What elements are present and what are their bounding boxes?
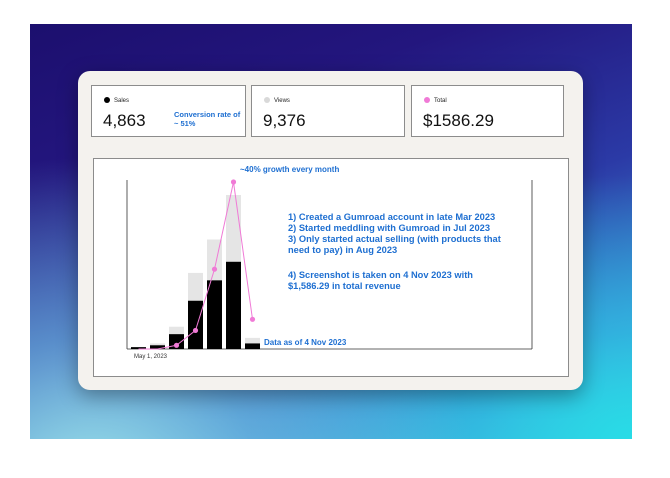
sales-chart: May 1, 2023 ~40% growth every month 1) C… (126, 165, 533, 360)
chart-container: May 1, 2023 ~40% growth every month 1) C… (93, 158, 569, 377)
data-as-of-annotation: Data as of 4 Nov 2023 (264, 338, 347, 347)
note-line-1: 1) Created a Gumroad account in late Mar… (288, 212, 495, 222)
dashboard-card: Sales 4,863 Conversion rate of ~ 51% Vie… (78, 71, 583, 390)
growth-annotation: ~40% growth every month (240, 165, 339, 174)
sales-value: 4,863 (103, 111, 146, 130)
note-line-6: $1,586.29 in total revenue (288, 281, 401, 291)
note-line-2: 2) Started meddling with Gumroad in Jul … (288, 223, 490, 233)
revenue-point-2 (173, 342, 180, 348)
note-line-3: 3) Only started actual selling (with pro… (288, 234, 501, 244)
sales-stat-card: Sales 4,863 Conversion rate of ~ 51% (91, 85, 246, 137)
views-label: Views (274, 98, 290, 104)
total-dot-icon (424, 97, 430, 103)
revenue-point-6 (249, 316, 256, 322)
bar-sales-4 (207, 280, 222, 349)
total-value: $1586.29 (423, 111, 494, 130)
bars-group (131, 194, 260, 349)
total-label: Total (434, 98, 447, 104)
views-dot-icon (264, 97, 270, 103)
conversion-rate-note: Conversion rate of ~ 51% (174, 110, 241, 128)
views-value: 9,376 (263, 111, 306, 130)
bar-sales-6 (245, 343, 260, 349)
note-line-5: 4) Screenshot is taken on 4 Nov 2023 wit… (288, 270, 473, 280)
views-stat-card: Views 9,376 (251, 85, 405, 137)
revenue-point-3 (192, 327, 199, 334)
total-stat-card: Total $1586.29 (411, 85, 564, 137)
revenue-point-4 (211, 266, 218, 272)
bar-sales-3 (188, 300, 203, 349)
note-line-4: need to pay) in Aug 2023 (288, 245, 397, 255)
sales-label: Sales (114, 98, 130, 104)
revenue-point-5 (230, 179, 237, 185)
sales-dot-icon (104, 97, 110, 103)
x-tick-label: May 1, 2023 (134, 354, 168, 360)
bar-sales-5 (226, 261, 241, 349)
